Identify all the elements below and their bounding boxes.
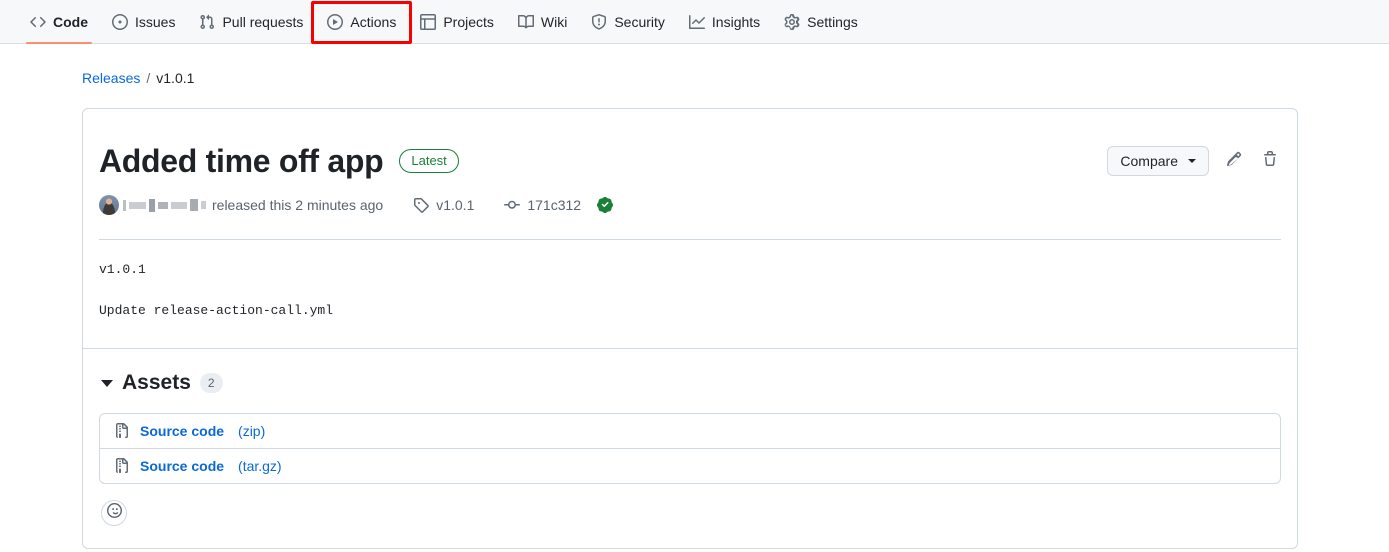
breadcrumb-separator: / [146,70,151,86]
gear-icon [784,13,800,30]
code-icon [30,14,46,30]
asset-name: Source code [140,423,225,439]
nav-item-settings[interactable]: Settings [772,0,870,43]
release-card-body: Added time off app Latest Compare releas… [83,109,1297,348]
release-actions: Compare [1107,146,1281,176]
nav-item-pull-requests[interactable]: Pull requests [187,0,315,43]
issue-opened-icon [112,13,128,30]
trash-icon [1262,150,1278,172]
assets-title: Assets [122,371,191,394]
nav-item-label: Settings [807,13,858,30]
list-item[interactable]: Source code (zip) [100,414,1280,448]
nav-item-code[interactable]: Code [18,0,100,44]
release-page: Releases / v1.0.1 Added time off app Lat… [0,44,1389,549]
latest-badge[interactable]: Latest [399,148,459,174]
breadcrumb-releases-link[interactable]: Releases [82,70,140,86]
assets-section: Assets 2 Source code (zip) Source code (… [83,348,1297,548]
release-body-line: v1.0.1 [99,262,146,277]
asset-extension: (tar.gz) [238,458,282,474]
git-pull-request-icon [199,14,215,30]
chevron-down-icon [101,379,113,387]
nav-item-label: Wiki [540,13,568,30]
breadcrumb: Releases / v1.0.1 [0,44,1389,86]
release-tag-label: v1.0.1 [436,197,475,213]
delete-release-button[interactable] [1259,149,1281,173]
nav-item-label: Insights [711,13,761,30]
release-tag[interactable]: v1.0.1 [413,197,474,213]
release-title-row: Added time off app Latest Compare [99,125,1281,181]
verified-check-icon [597,197,614,213]
assets-count-badge: 2 [199,372,223,394]
tag-icon [413,197,429,213]
release-body: v1.0.1 Update release-action-call.yml [99,240,1281,348]
repo-nav-list: Code Issues Pull requests Actions Projec [18,0,870,44]
assets-list: Source code (zip) Source code (tar.gz) [99,413,1281,484]
nav-item-projects[interactable]: Projects [408,0,506,43]
play-icon [327,13,344,30]
compare-button-label: Compare [1120,153,1178,169]
nav-item-label: Security [614,13,665,30]
nav-item-actions[interactable]: Actions [315,0,408,43]
nav-item-issues[interactable]: Issues [100,0,187,43]
nav-item-label: Code [53,13,88,30]
smiley-icon [106,503,122,523]
nav-item-insights[interactable]: Insights [677,0,772,43]
graph-icon [688,14,705,30]
nav-item-wiki[interactable]: Wiki [506,0,579,43]
nav-item-label: Pull requests [222,13,304,30]
pencil-icon [1226,151,1242,172]
breadcrumb-current: v1.0.1 [156,70,195,86]
release-commit-sha: 171c312 [527,197,582,213]
nav-item-security[interactable]: Security [579,0,677,43]
shield-icon [591,13,607,30]
nav-item-label: Actions [350,13,397,30]
asset-extension: (zip) [238,423,266,439]
git-commit-icon [504,197,521,213]
add-reaction-button[interactable] [101,500,127,526]
release-card: Added time off app Latest Compare releas… [82,108,1298,549]
assets-toggle[interactable]: Assets 2 [99,365,1281,395]
edit-release-button[interactable] [1223,149,1245,173]
author-name-redacted[interactable] [123,198,206,212]
chevron-down-icon [1188,159,1196,163]
reactions-bar [99,484,1281,534]
nav-item-label: Issues [135,13,176,30]
compare-button[interactable]: Compare [1107,146,1209,176]
release-meta-row: released this 2 minutes ago v1.0.1 171c3… [99,181,1281,215]
file-zip-icon [114,458,130,474]
list-item[interactable]: Source code (tar.gz) [100,448,1280,483]
page-title: Added time off app [99,143,384,179]
released-timestamp: released this 2 minutes ago [212,197,384,213]
release-body-line: Update release-action-call.yml [99,302,334,318]
book-icon [517,14,534,30]
file-zip-icon [114,423,130,439]
release-commit[interactable]: 171c312 [504,197,614,213]
nav-item-label: Projects [443,13,494,30]
repo-navigation-bar: Code Issues Pull requests Actions Projec [0,0,1389,44]
asset-name: Source code [140,458,225,474]
avatar[interactable] [99,195,119,215]
table-icon [420,13,437,30]
